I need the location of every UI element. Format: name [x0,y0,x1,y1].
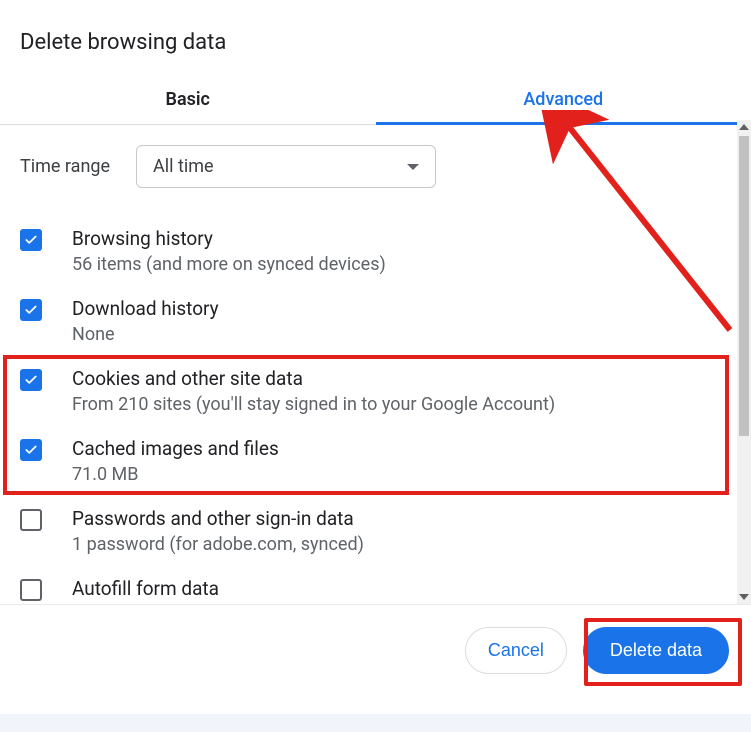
check-icon [24,233,38,247]
option-title: Cookies and other site data [72,367,555,390]
scroll-thumb[interactable] [739,136,749,436]
option-subtitle: 1 password (for adobe.com, synced) [72,534,364,555]
option-title: Passwords and other sign-in data [72,507,364,530]
option-checkbox[interactable] [20,579,42,601]
option-subtitle: 56 items (and more on synced devices) [72,254,386,275]
scrollbar[interactable] [737,120,751,604]
footer-strip [0,714,751,732]
option-row: Browsing history 56 items (and more on sy… [20,216,731,286]
option-title: Cached images and files [72,437,279,460]
time-range-row: Time range All time [20,145,731,188]
option-subtitle: 71.0 MB [72,464,279,485]
option-checkbox[interactable] [20,509,42,531]
option-texts: Passwords and other sign-in data 1 passwo… [72,507,364,555]
option-row: Download history None [20,286,731,356]
option-title: Autofill form data [72,577,219,600]
time-range-select[interactable]: All time [136,145,436,188]
cancel-button[interactable]: Cancel [465,627,567,674]
option-texts: Cached images and files 71.0 MB [72,437,279,485]
chevron-down-icon [407,164,419,170]
time-range-value: All time [153,156,214,177]
option-texts: Download history None [72,297,219,345]
option-checkbox[interactable] [20,439,42,461]
option-checkbox[interactable] [20,299,42,321]
tab-basic[interactable]: Basic [0,77,376,124]
check-icon [24,303,38,317]
dialog-title: Delete browsing data [0,0,751,77]
option-checkbox[interactable] [20,369,42,391]
scroll-up-icon[interactable] [737,120,751,134]
tab-advanced[interactable]: Advanced [376,77,751,124]
option-checkbox[interactable] [20,229,42,251]
check-icon [24,373,38,387]
tabs: Basic Advanced [0,77,751,125]
option-row: Cached images and files 71.0 MB [20,426,731,496]
dialog-actions: Cancel Delete data [0,604,751,674]
dialog-body: Time range All time Browsing history 56 i… [0,125,751,612]
check-icon [24,443,38,457]
scroll-down-icon[interactable] [737,590,751,604]
delete-data-button[interactable]: Delete data [583,627,729,674]
time-range-label: Time range [20,156,110,177]
option-row: Passwords and other sign-in data 1 passwo… [20,496,731,566]
option-title: Download history [72,297,219,320]
option-texts: Browsing history 56 items (and more on sy… [72,227,386,275]
option-subtitle: From 210 sites (you'll stay signed in to… [72,394,555,415]
option-row: Cookies and other site data From 210 site… [20,356,731,426]
option-texts: Autofill form data [72,577,219,600]
option-subtitle: None [72,324,219,345]
option-texts: Cookies and other site data From 210 site… [72,367,555,415]
option-title: Browsing history [72,227,386,250]
